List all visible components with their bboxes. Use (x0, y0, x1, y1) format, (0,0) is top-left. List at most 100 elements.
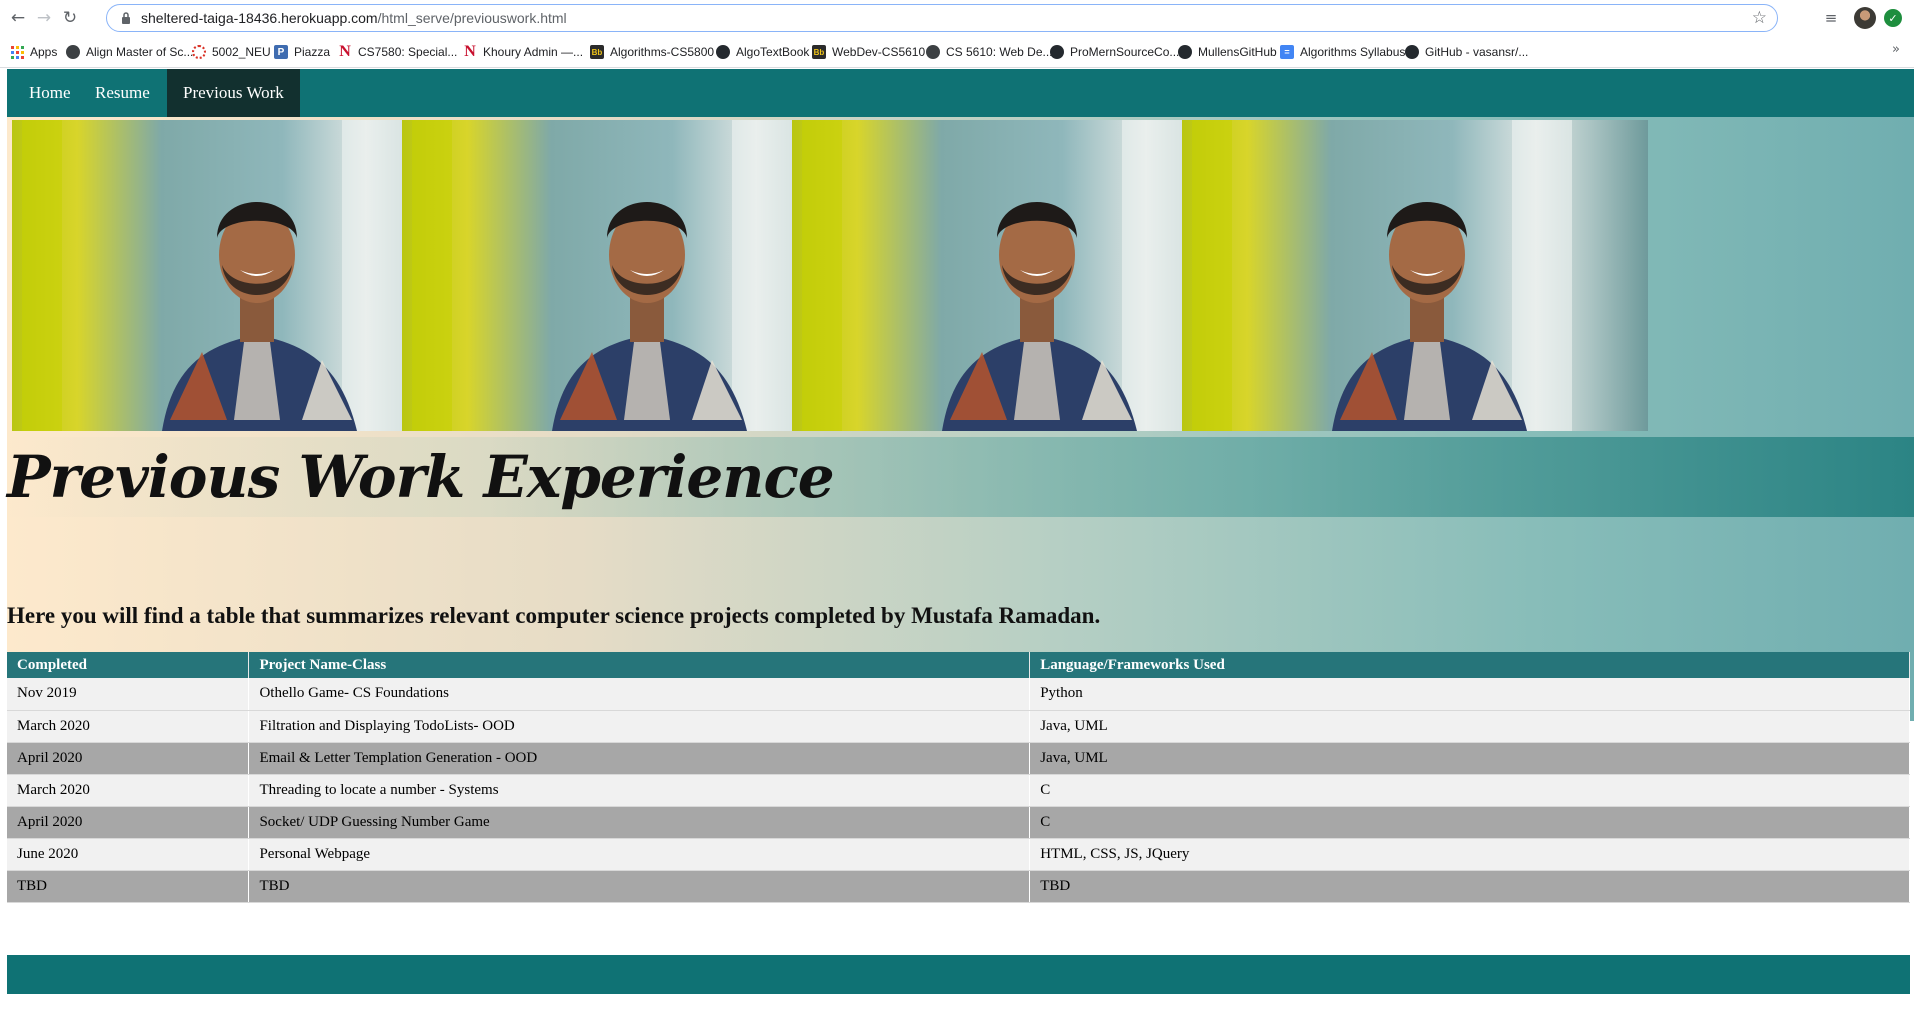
browser-chrome: ← → ↻ sheltered-taiga-18436.herokuapp.co… (0, 0, 1914, 68)
url-text: sheltered-taiga-18436.herokuapp.com/html… (141, 10, 567, 26)
hero-section (7, 117, 1914, 721)
cell-completed: March 2020 (7, 774, 250, 807)
cell-project: TBD (248, 870, 1031, 903)
cell-completed: April 2020 (7, 742, 250, 775)
cell-language: Java, UML (1029, 710, 1910, 743)
reading-list-icon[interactable]: ≡ (1820, 7, 1842, 29)
bookmark-item[interactable]: N CS7580: Special... (338, 43, 457, 61)
bookmark-item[interactable]: Bb WebDev-CS5610 (812, 43, 925, 61)
bookmark-item[interactable]: GitHub - vasansr/... (1405, 43, 1528, 61)
bookmark-item[interactable]: ProMernSourceCo... (1050, 43, 1179, 61)
bookmark-label: Algorithms-CS5800 (610, 45, 715, 59)
bookmark-label: ProMernSourceCo... (1070, 45, 1180, 59)
ring-icon (192, 45, 206, 59)
cell-completed: March 2020 (7, 710, 250, 743)
bookmark-label: GitHub - vasansr/... (1425, 45, 1529, 59)
cell-language: HTML, CSS, JS, JQuery (1029, 838, 1910, 871)
url-path: /html_serve/previouswork.html (377, 10, 567, 26)
cell-language: TBD (1029, 870, 1910, 903)
bookmark-item[interactable]: P Piazza (274, 43, 330, 61)
table-row: April 2020 Email & Letter Templation Gene… (7, 742, 1910, 775)
table-row: April 2020 Socket/ UDP Guessing Number Ga… (7, 806, 1910, 839)
footer-bar (7, 955, 1910, 994)
bookmark-item[interactable]: Apps (10, 43, 57, 61)
github-icon (1405, 45, 1419, 59)
github-icon (716, 45, 730, 59)
cell-completed: June 2020 (7, 838, 250, 871)
bookmark-label: 5002_NEU (212, 45, 271, 59)
cell-language: C (1029, 774, 1910, 807)
bookmark-item[interactable]: = Algorithms Syllabus (1280, 43, 1405, 61)
web-page: Home Resume Previous Work Previous Work … (7, 69, 1914, 1036)
cell-project: Socket/ UDP Guessing Number Game (248, 806, 1031, 839)
column-header-language: Language/Frameworks Used (1029, 652, 1910, 678)
bookmark-label: AlgoTextBook (736, 45, 810, 59)
bookmark-label: Piazza (294, 45, 331, 59)
doc-icon: = (1280, 45, 1294, 59)
cell-completed: TBD (7, 870, 250, 903)
table-row: March 2020 Filtration and Displaying Todo… (7, 710, 1910, 743)
cell-language: Java, UML (1029, 742, 1910, 775)
photo-gallery (12, 120, 1909, 431)
apps-grid-icon (10, 45, 24, 59)
table-row: Nov 2019 Othello Game- CS Foundations Pyth… (7, 678, 1910, 711)
column-header-completed: Completed (7, 652, 250, 678)
nav-link-previous-work[interactable]: Previous Work (167, 69, 300, 117)
blackboard-icon: Bb (590, 45, 604, 59)
table-row: June 2020 Personal Webpage HTML, CSS, JS, … (7, 838, 1910, 871)
forward-arrow-icon[interactable]: → (32, 6, 56, 30)
browser-toolbar: ← → ↻ sheltered-taiga-18436.herokuapp.co… (0, 0, 1914, 36)
github-icon (1050, 45, 1064, 59)
lock-icon (122, 12, 130, 24)
bookmark-item[interactable]: Bb Algorithms-CS5800 (590, 43, 714, 61)
portrait-photo (1182, 120, 1648, 431)
bookmarks-bar: Apps Align Master of Sc... 5002_NEU P Piazza… (0, 40, 1914, 64)
cell-language: C (1029, 806, 1910, 839)
table-body: Nov 2019 Othello Game- CS Foundations Pyth… (7, 678, 1910, 903)
page-title: Previous Work Experience (7, 443, 835, 511)
blackboard-icon: Bb (812, 45, 826, 59)
address-bar[interactable]: sheltered-taiga-18436.herokuapp.com/html… (106, 4, 1778, 32)
bookmark-label: Khoury Admin —... (483, 45, 584, 59)
bookmark-label: CS7580: Special... (358, 45, 458, 59)
extension-icon[interactable]: ✓ (1884, 9, 1902, 27)
table-header-row: Completed Project Name-Class Language/Fr… (7, 652, 1910, 678)
projects-table: Completed Project Name-Class Language/Fr… (7, 652, 1910, 903)
bookmarks-overflow-icon[interactable]: » (1892, 42, 1900, 57)
reload-icon[interactable]: ↻ (58, 6, 82, 30)
bookmark-label: CS 5610: Web De... (946, 45, 1053, 59)
neu-icon: N (464, 43, 476, 60)
cell-project: Threading to locate a number - Systems (248, 774, 1031, 807)
cell-project: Personal Webpage (248, 838, 1031, 871)
bookmark-label: MullensGitHub (1198, 45, 1277, 59)
bookmark-label: Align Master of Sc... (86, 45, 194, 59)
bookmark-item[interactable]: N Khoury Admin —... (463, 43, 583, 61)
bookmark-item[interactable]: MullensGitHub (1178, 43, 1277, 61)
cell-project: Othello Game- CS Foundations (248, 678, 1031, 711)
nav-link-resume[interactable]: Resume (79, 69, 166, 117)
bookmark-item[interactable]: 5002_NEU (192, 43, 271, 61)
globe-icon (926, 45, 940, 59)
bookmark-label: Apps (30, 45, 58, 59)
profile-avatar[interactable] (1854, 7, 1876, 29)
bookmark-star-icon[interactable]: ☆ (1752, 8, 1767, 28)
piazza-icon: P (274, 45, 288, 59)
table-row: March 2020 Threading to locate a number -… (7, 774, 1910, 807)
page-subtitle: Here you will find a table that summariz… (7, 603, 1101, 628)
cell-project: Filtration and Displaying TodoLists- OOD (248, 710, 1031, 743)
globe-icon (66, 45, 80, 59)
column-header-project: Project Name-Class (248, 652, 1031, 678)
nav-link-home[interactable]: Home (13, 69, 87, 117)
bookmark-item[interactable]: Align Master of Sc... (66, 43, 193, 61)
cell-completed: April 2020 (7, 806, 250, 839)
bookmark-item[interactable]: CS 5610: Web De... (926, 43, 1053, 61)
url-host: sheltered-taiga-18436.herokuapp.com (141, 10, 378, 26)
cell-language: Python (1029, 678, 1910, 711)
bookmark-label: WebDev-CS5610 (832, 45, 926, 59)
bookmark-item[interactable]: AlgoTextBook (716, 43, 809, 61)
back-arrow-icon[interactable]: ← (6, 6, 30, 30)
cell-project: Email & Letter Templation Generation - O… (248, 742, 1031, 775)
table-row: TBD TBD TBD (7, 870, 1910, 903)
site-navbar: Home Resume Previous Work (7, 69, 1914, 117)
bookmark-label: Algorithms Syllabus (1300, 45, 1406, 59)
